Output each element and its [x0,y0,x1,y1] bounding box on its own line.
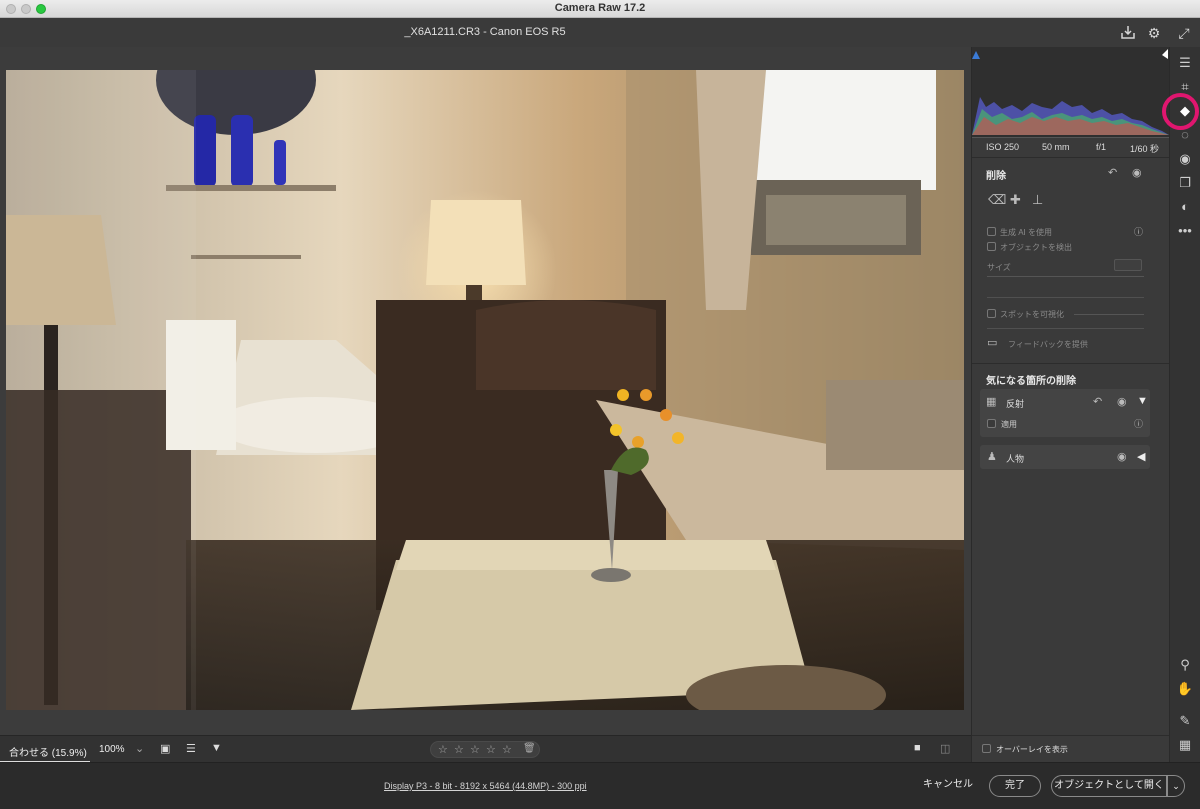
filmstrip-icon[interactable]: ▣ [160,742,170,755]
hand-tool-icon[interactable]: ✋ [1175,679,1195,699]
collapse-arrow-icon[interactable]: ▼ [1137,395,1148,407]
visibility-eye-icon[interactable]: ◉ [1132,166,1142,179]
footer: Display P3 - 8 bit - 8192 x 5464 (44.8MP… [0,762,1200,809]
zoom-tool-icon[interactable]: ⚲ [1175,655,1195,675]
histogram [972,47,1169,138]
apply-label: 適用 [1001,420,1017,429]
star-1-icon[interactable]: ☆ [438,743,448,756]
visualize-spots-checkbox[interactable] [987,309,996,318]
snapshots-icon[interactable]: ❐ [1175,173,1195,193]
done-button[interactable]: 完了 [989,775,1041,797]
more-options-icon[interactable]: ••• [1175,221,1195,241]
people-label: 人物 [1006,454,1025,464]
zoom-dropdown-icon[interactable]: ⌄ [135,742,144,755]
photo-preview[interactable] [6,70,964,710]
people-eye-icon[interactable]: ◉ [1117,450,1127,463]
window-title: Camera Raw 17.2 [554,2,646,14]
before-after-split-icon[interactable]: ◫ [940,742,950,755]
image-canvas[interactable] [0,47,971,735]
reflection-icon: ▦ [986,396,997,408]
rating-stars[interactable]: ☆ ☆ ☆ ☆ ☆ 🗑 [430,741,540,758]
trash-icon[interactable]: 🗑 [523,743,536,754]
settings-gear-icon[interactable]: ⚙ [1145,24,1163,42]
info-icon[interactable]: ⓘ [1134,225,1143,238]
feedback-icon[interactable]: ▭ [987,336,997,349]
exif-iso: ISO 250 [986,142,1020,152]
fullscreen-icon[interactable]: ⤢ [1175,24,1193,42]
zoom-100-button[interactable]: 100% [99,744,125,755]
grid-icon[interactable]: ▦ [1175,735,1195,755]
star-3-icon[interactable]: ☆ [470,743,480,756]
exif-shutter: 1/60 秒 [1130,144,1160,154]
star-2-icon[interactable]: ☆ [454,743,464,756]
size-slider[interactable] [987,276,1144,277]
size-label: サイズ [987,263,1011,272]
red-eye-icon[interactable]: ◉ [1175,149,1195,169]
apply-info-icon[interactable]: ⓘ [1134,417,1143,430]
distraction-removal-title: 気になる箇所の削除 [986,376,1076,387]
reset-icon[interactable]: ↶ [1108,166,1117,179]
visualize-spots-label: スポットを可視化 [1000,310,1064,319]
reflection-reset-icon[interactable]: ↶ [1093,395,1102,408]
heal-bandage-icon[interactable]: ✚ [1010,192,1021,208]
show-overlay-checkbox[interactable] [982,744,991,753]
edit-sliders-icon[interactable]: ☰ [1175,53,1195,73]
workflow-options-link[interactable]: Display P3 - 8 bit - 8192 x 5464 (44.8MP… [384,781,587,791]
tool-strip: ☰ ⌗ ◆ ◌ ◉ ❐ ◐ ••• ⚲ ✋ ✎ ▦ [1169,47,1200,762]
gen-ai-label: 生成 AI を使用 [1000,228,1053,237]
exif-aperture: f/1 [1096,142,1107,152]
size-value-field[interactable] [1114,259,1142,271]
open-object-button[interactable]: オブジェクトとして開く [1051,775,1167,797]
filter-icon[interactable]: ▼ [211,742,222,754]
reflection-label: 反射 [1006,399,1025,409]
title-bar: Camera Raw 17.2 [0,0,1200,18]
clone-stamp-icon[interactable]: ⊥ [1032,192,1043,208]
cancel-button[interactable]: キャンセル [918,775,978,797]
remove-eraser-icon[interactable]: ⌫ [988,192,1006,208]
sort-icon[interactable]: ☰ [186,742,196,755]
visualize-spots-slider[interactable] [1074,314,1144,315]
file-header: _X6A1211.CR3 - Canon EOS R5 ⚙ ⤢ [0,18,1200,47]
zoom-fit-button[interactable]: 合わせる (15.9%) [0,736,90,763]
show-overlay-label: オーバーレイを表示 [996,745,1068,754]
camera-raw-window: Camera Raw 17.2 _X6A1211.CR3 - Canon EOS… [0,0,1200,809]
view-toolbar: 合わせる (15.9%) 100% ⌄ ▣ ☰ ▼ ☆ ☆ ☆ ☆ ☆ 🗑 ■ … [0,735,971,763]
expand-arrow-icon[interactable]: ◀ [1137,450,1145,463]
detect-objects-label: オブジェクトを検出 [1000,243,1072,252]
open-options-dropdown-icon[interactable]: ⌄ [1167,775,1185,797]
reflection-eye-icon[interactable]: ◉ [1117,395,1127,408]
star-5-icon[interactable]: ☆ [502,743,512,756]
reflection-removal-card[interactable]: ▦ 反射 ↶ ◉ ▼ 適用 ⓘ [980,389,1150,437]
people-icon: ♟ [987,451,997,463]
edit-panel: ISO 250 50 mm f/1 1/60 秒 削除 ↶ ◉ ⌫ ✚ ⊥ 生成… [971,47,1169,762]
apply-checkbox[interactable] [987,419,996,428]
remove-tool-highlight-ring [1162,93,1199,130]
remove-section-title: 削除 [986,171,1006,182]
star-4-icon[interactable]: ☆ [486,743,496,756]
save-icon[interactable] [1119,24,1137,42]
detect-objects-checkbox[interactable] [987,242,996,251]
feedback-label[interactable]: フィードバックを提供 [1008,339,1088,350]
presets-icon[interactable]: ◐ [1175,197,1195,217]
color-sampler-icon[interactable]: ✎ [1175,711,1195,731]
people-removal-card[interactable]: ♟ 人物 ◉ ◀ [980,445,1150,469]
file-name: _X6A1211.CR3 - Canon EOS R5 [404,26,566,38]
gen-ai-checkbox[interactable] [987,227,996,236]
before-after-single-icon[interactable]: ■ [914,742,921,754]
exif-focal-length: 50 mm [1042,142,1070,152]
